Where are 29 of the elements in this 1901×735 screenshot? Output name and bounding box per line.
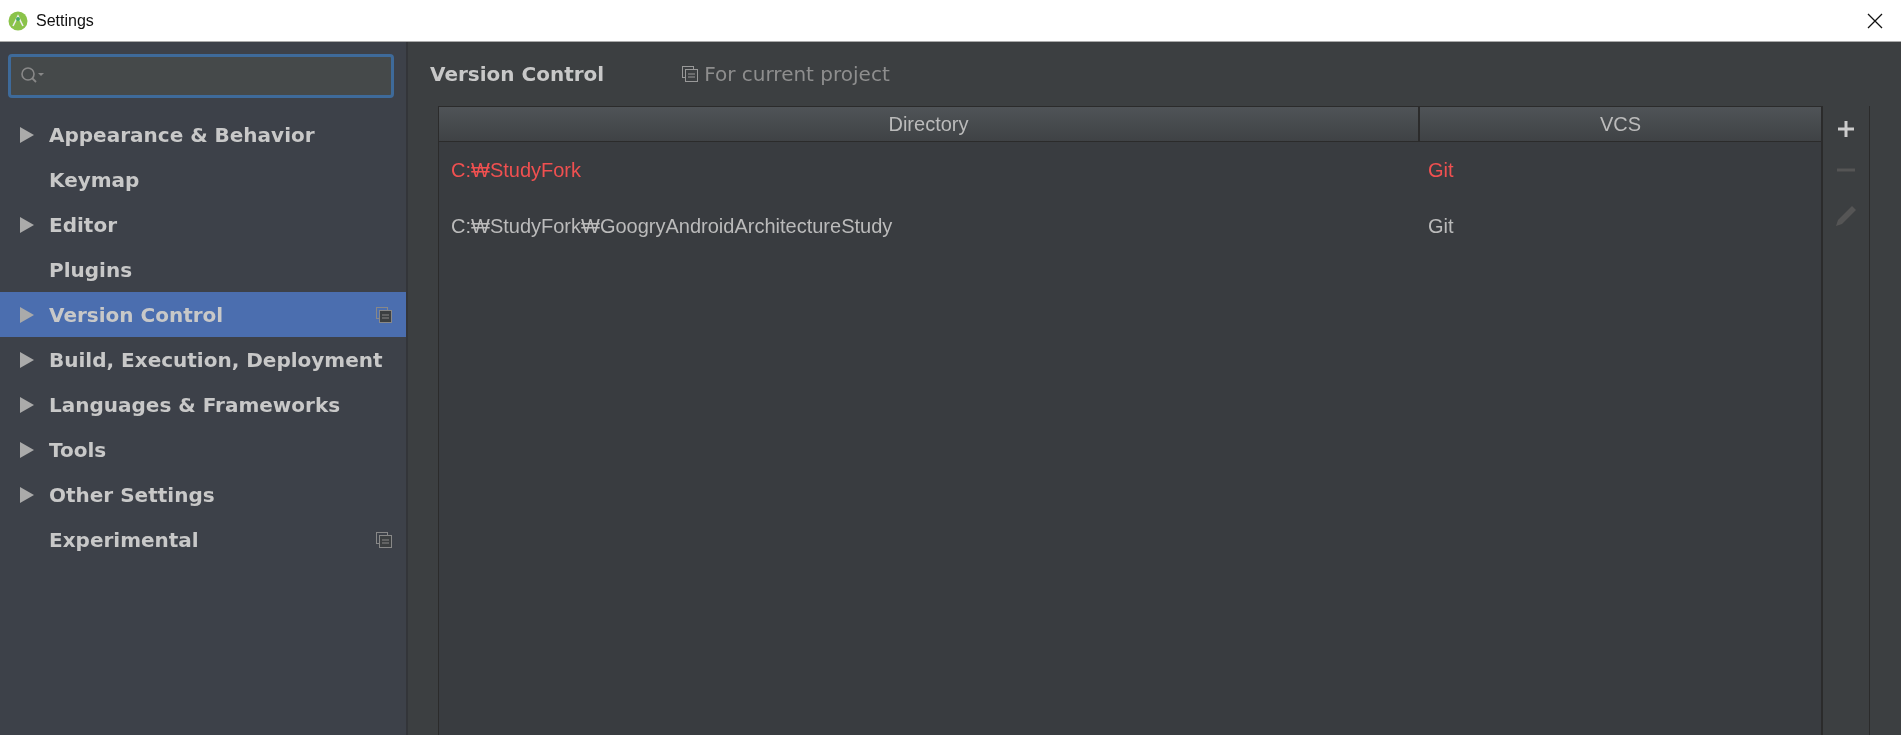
expand-arrow-icon[interactable] — [20, 486, 34, 503]
scope-label: For current project — [704, 62, 890, 86]
close-icon[interactable] — [1867, 12, 1883, 29]
sidebar-item[interactable]: Keymap — [0, 157, 406, 202]
table-cell-text: C:₩StudyFork — [450, 158, 583, 182]
android-logo-icon — [8, 10, 28, 31]
expand-arrow-icon[interactable] — [20, 126, 34, 143]
table-cell-text: C:₩StudyFork₩GoogryAndroidArchitectureStudy — [450, 214, 894, 238]
expand-arrow-icon[interactable] — [20, 441, 34, 458]
sidebar-item[interactable]: Plugins — [0, 247, 406, 292]
sidebar-item[interactable]: Editor — [0, 202, 406, 247]
copy-icon — [682, 66, 699, 82]
sidebar-item[interactable]: Languages & Frameworks — [0, 382, 406, 427]
sidebar-item[interactable]: Appearance & Behavior — [0, 112, 406, 157]
expand-arrow-icon[interactable] — [20, 351, 34, 368]
sidebar-item[interactable]: Build, Execution, Deployment — [0, 337, 406, 382]
search-field[interactable] — [8, 54, 394, 98]
expand-arrow-icon[interactable] — [20, 396, 34, 413]
sidebar-item[interactable]: Experimental — [0, 517, 406, 562]
sidebar-item[interactable]: Other Settings — [0, 472, 406, 517]
expand-arrow-icon[interactable] — [20, 216, 34, 233]
add-icon[interactable] — [1837, 120, 1855, 138]
table-cell-text: Git — [1427, 214, 1455, 238]
column-header[interactable]: VCS — [1420, 107, 1821, 141]
panel-title: Version Control — [430, 62, 605, 86]
sidebar-item[interactable]: Tools — [0, 427, 406, 472]
window-title: Settings — [36, 11, 94, 30]
table-cell-text: Git — [1427, 158, 1455, 182]
column-header[interactable]: Directory — [439, 107, 1420, 141]
